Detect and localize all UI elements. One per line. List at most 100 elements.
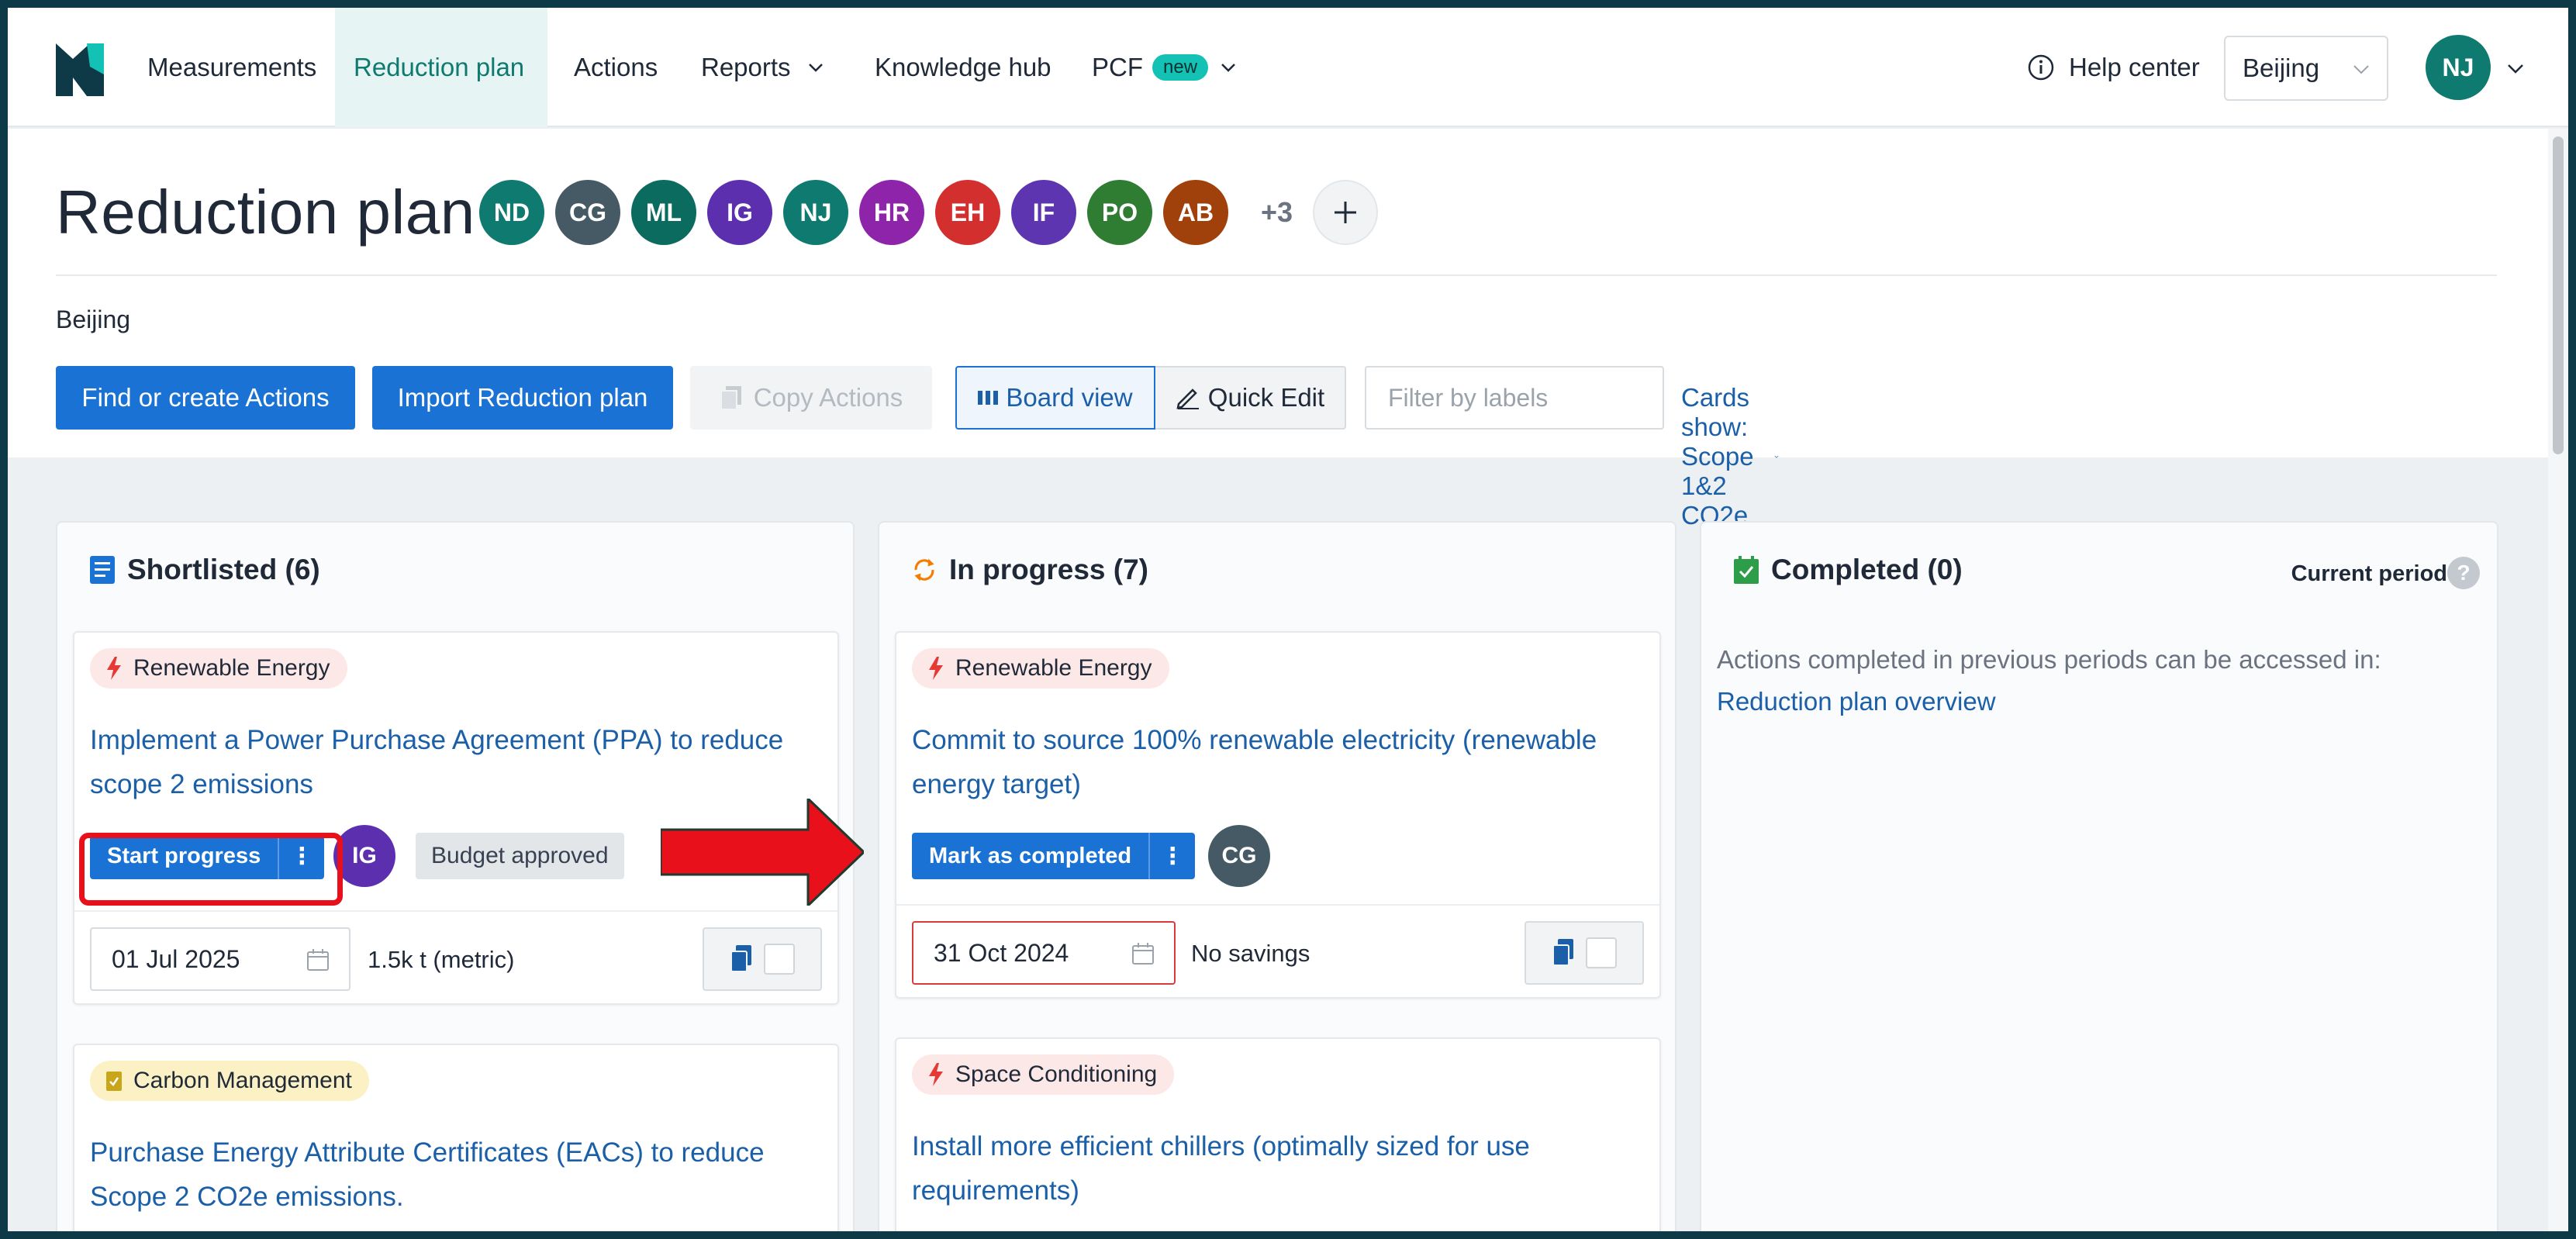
avatar-initials: NJ xyxy=(799,198,832,226)
scrollbar-thumb[interactable] xyxy=(2553,136,2564,454)
select-checkbox[interactable] xyxy=(764,944,795,975)
new-badge: new xyxy=(1152,54,1209,81)
chevron-down-icon xyxy=(2353,65,2369,74)
more-collaborators-count[interactable]: +3 xyxy=(1261,196,1293,229)
select-checkbox[interactable] xyxy=(1586,937,1617,968)
lightning-icon xyxy=(107,657,121,680)
avatar[interactable]: ND xyxy=(479,180,544,245)
copy-actions-button[interactable]: Copy Actions xyxy=(690,366,932,430)
nav-actions[interactable]: Actions xyxy=(555,8,676,127)
copy-icon xyxy=(720,386,741,410)
category-tag[interactable]: Carbon Management xyxy=(90,1061,369,1101)
avatar[interactable]: IF xyxy=(1011,180,1076,245)
add-collaborator-button[interactable] xyxy=(1313,180,1379,245)
board-view-button[interactable]: Board view xyxy=(955,366,1155,430)
user-avatar[interactable]: NJ xyxy=(2426,35,2491,100)
calendar-icon xyxy=(1132,943,1154,965)
start-progress-label: Start progress xyxy=(90,833,280,879)
nav-knowledge-hub[interactable]: Knowledge hub xyxy=(856,8,1070,127)
action-title[interactable]: Purchase Energy Attribute Certificates (… xyxy=(90,1130,827,1219)
due-date-field[interactable]: 31 Oct 2024 xyxy=(912,921,1176,985)
more-options-icon[interactable]: ⋮ xyxy=(1150,833,1195,879)
nav-reduction-plan[interactable]: Reduction plan xyxy=(335,8,547,127)
avatar[interactable]: NJ xyxy=(783,180,848,245)
category-tag[interactable]: Renewable Energy xyxy=(912,648,1169,689)
avatar[interactable]: CG xyxy=(555,180,620,245)
avatar-initials: HR xyxy=(873,198,910,226)
lightning-icon xyxy=(929,1063,943,1086)
card-divider xyxy=(74,910,837,912)
action-title[interactable]: Install more efficient chillers (optimal… xyxy=(912,1124,1649,1213)
start-progress-button[interactable]: Start progress ⋮ xyxy=(90,833,325,879)
help-center-link[interactable]: Help center xyxy=(2027,48,2200,87)
info-icon xyxy=(2028,54,2054,81)
import-reduction-plan-button[interactable]: Import Reduction plan xyxy=(372,366,673,430)
category-tag[interactable]: Renewable Energy xyxy=(90,648,347,689)
avatar[interactable]: EH xyxy=(935,180,1000,245)
avatar-initials: ND xyxy=(493,198,530,226)
help-question-icon[interactable]: ? xyxy=(2447,557,2480,589)
savings-value: 1.5k t (metric) xyxy=(368,946,515,973)
nav-pcf[interactable]: PCF new xyxy=(1073,8,1255,127)
calendar-icon xyxy=(307,949,329,971)
action-card[interactable]: Renewable Energy Commit to source 100% r… xyxy=(895,631,1661,999)
location-select[interactable]: Beijing xyxy=(2224,36,2388,101)
location-select-value: Beijing xyxy=(2243,53,2320,82)
nav-reports[interactable]: Reports xyxy=(682,8,842,127)
document-icon[interactable] xyxy=(730,945,753,973)
action-card[interactable]: Space Conditioning Install more efficien… xyxy=(895,1037,1661,1231)
avatar[interactable]: AB xyxy=(1163,180,1228,245)
avatar-initials: EH xyxy=(950,198,986,226)
plus-icon xyxy=(1335,202,1357,223)
list-icon xyxy=(90,556,115,584)
collaborator-avatars: ND CG ML IG NJ HR EH IF PO AB +3 xyxy=(479,180,1379,245)
mark-as-completed-label: Mark as completed xyxy=(912,833,1151,879)
nav-reduction-plan-label: Reduction plan xyxy=(354,53,525,81)
header-divider xyxy=(56,274,2497,276)
current-period-label: Current period xyxy=(2291,561,2447,586)
avatar-initials: ML xyxy=(645,198,682,226)
column-header: Completed (0) xyxy=(1732,554,1963,586)
filter-labels-input[interactable] xyxy=(1365,366,1664,430)
column-title: Shortlisted (6) xyxy=(127,554,320,585)
document-check-icon xyxy=(106,1072,122,1091)
find-or-create-actions-button[interactable]: Find or create Actions xyxy=(56,366,355,430)
assignee-avatar[interactable]: CG xyxy=(1208,825,1270,887)
assignee-initials: CG xyxy=(1221,843,1257,868)
cards-show-dropdown[interactable]: Cards show: Scope 1&2 CO2e xyxy=(1681,383,1779,530)
chevron-down-icon[interactable] xyxy=(2506,59,2525,78)
action-title[interactable]: Implement a Power Purchase Agreement (PP… xyxy=(90,718,827,806)
action-card[interactable]: Renewable Energy Implement a Power Purch… xyxy=(73,631,839,1005)
assignee-avatar[interactable]: IG xyxy=(333,825,395,887)
reduction-plan-overview-link[interactable]: Reduction plan overview xyxy=(1717,681,2381,723)
avatar-initials: CG xyxy=(569,198,606,226)
completed-note-text: Actions completed in previous periods ca… xyxy=(1717,645,2381,674)
avatar-initials: IG xyxy=(727,198,753,226)
more-options-icon[interactable]: ⋮ xyxy=(279,833,324,879)
due-date-field[interactable]: 01 Jul 2025 xyxy=(90,927,350,991)
savings-value: No savings xyxy=(1191,940,1310,967)
avatar[interactable]: IG xyxy=(707,180,772,245)
avatar[interactable]: PO xyxy=(1087,180,1152,245)
category-tag-label: Space Conditioning xyxy=(955,1061,1158,1087)
due-date-value: 01 Jul 2025 xyxy=(112,944,240,973)
quick-edit-button[interactable]: Quick Edit xyxy=(1155,366,1346,430)
action-title[interactable]: Commit to source 100% renewable electric… xyxy=(912,718,1649,806)
card-tools xyxy=(703,927,822,991)
category-tag[interactable]: Space Conditioning xyxy=(912,1054,1175,1095)
nav-measurements[interactable]: Measurements xyxy=(129,8,335,127)
lightning-icon xyxy=(929,657,943,680)
avatar[interactable]: HR xyxy=(859,180,924,245)
mark-as-completed-button[interactable]: Mark as completed ⋮ xyxy=(912,833,1196,879)
calendar-check-icon xyxy=(1734,556,1759,584)
action-card[interactable]: Carbon Management Purchase Energy Attrib… xyxy=(73,1044,839,1231)
column-completed: Completed (0) Current period ? Actions c… xyxy=(1700,521,2498,1231)
quick-edit-label: Quick Edit xyxy=(1207,383,1325,412)
refresh-icon xyxy=(914,558,934,582)
app-logo-icon[interactable] xyxy=(56,43,104,96)
category-tag-label: Carbon Management xyxy=(133,1068,352,1093)
column-title: In progress (7) xyxy=(949,554,1148,585)
avatar-initials: PO xyxy=(1101,198,1138,226)
avatar[interactable]: ML xyxy=(631,180,696,245)
document-icon[interactable] xyxy=(1552,939,1575,967)
